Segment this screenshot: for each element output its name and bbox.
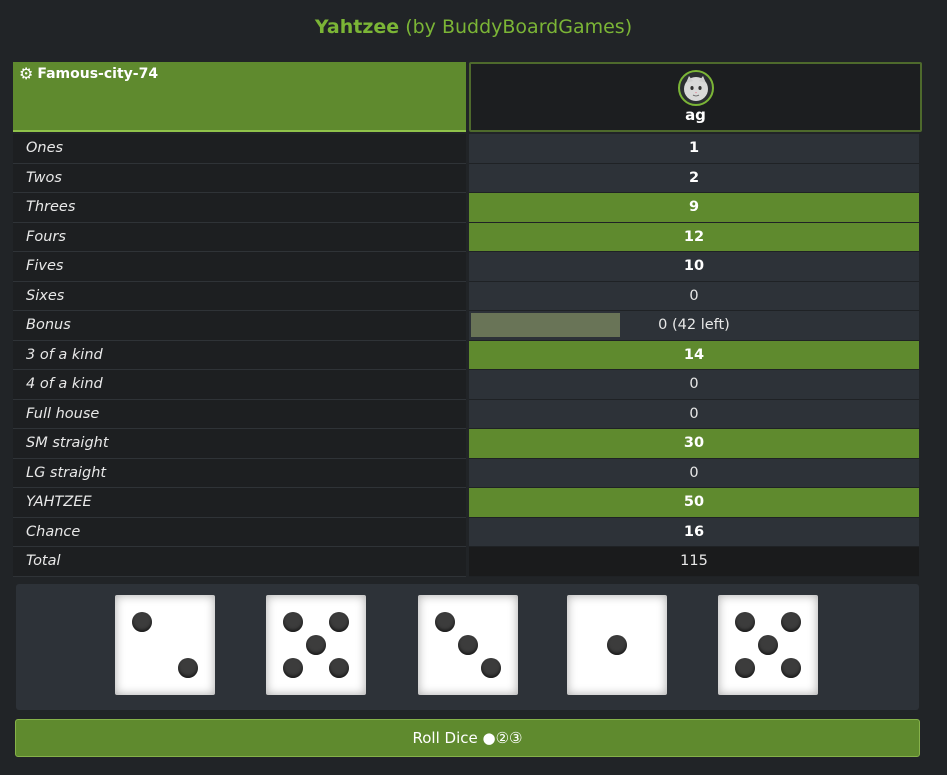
score-cell[interactable]: 16 [469,517,919,547]
die-pip [329,612,349,632]
category-label: SM straight [13,429,466,459]
die-pip [458,635,478,655]
score-row: Bonus 0 (42 left) [13,311,922,341]
bonus-progress-bar [471,313,620,337]
cat-avatar-icon [677,70,714,106]
score-cell[interactable]: 0 [469,281,919,311]
score-row: Total 115 [13,547,922,577]
score-row: Fives 10 [13,252,922,282]
score-cell[interactable]: 14 [469,340,919,370]
gear-icon[interactable]: ⚙ [19,66,33,82]
game-subtitle: (by BuddyBoardGames) [405,16,633,38]
die-pip [283,612,303,632]
score-cell[interactable]: 0 [469,399,919,429]
score-cell[interactable]: 0 [469,370,919,400]
score-row: 3 of a kind 14 [13,340,922,370]
category-label: Twos [13,163,466,193]
score-cell: 115 [469,547,919,577]
scorecard-rows: Ones 1 Twos 2 Threes 9 Fours 12 Fives 10 Sixes 0 Bon… [13,134,922,577]
dice-tray [16,584,919,710]
scoreboard: ⚙ Famous-city-74 ag Ones 1 Twos 2 Threes 9 Fou… [13,62,922,577]
score-cell[interactable]: 30 [469,429,919,459]
game-name: Yahtzee [314,16,400,38]
die-2[interactable] [266,595,366,695]
die-pip [283,658,303,678]
die-pip [735,612,755,632]
score-row: Threes 9 [13,193,922,223]
score-row: SM straight 30 [13,429,922,459]
category-label: 3 of a kind [13,340,466,370]
score-row: Full house 0 [13,399,922,429]
category-label: YAHTZEE [13,488,466,518]
die-pip [132,612,152,632]
category-label: Total [13,547,466,577]
score-cell[interactable]: 50 [469,488,919,518]
die-pip [306,635,326,655]
category-label: Full house [13,399,466,429]
die-5[interactable] [718,595,818,695]
score-cell[interactable]: 0 (42 left) [469,311,919,341]
category-label: Fives [13,252,466,282]
player-card: ag [469,62,922,132]
score-row: Sixes 0 [13,281,922,311]
die-pip [781,612,801,632]
score-cell[interactable]: 1 [469,134,919,164]
score-value: 0 (42 left) [658,317,730,333]
die-pip [481,658,501,678]
category-label: Ones [13,134,466,164]
room-name-cell: ⚙ Famous-city-74 [13,62,466,132]
score-cell[interactable]: 12 [469,222,919,252]
score-row: LG straight 0 [13,458,922,488]
score-row: Chance 16 [13,517,922,547]
die-pip [607,635,627,655]
player-initials: ag [685,106,706,124]
score-cell[interactable]: 2 [469,163,919,193]
room-name: Famous-city-74 [37,66,159,82]
score-row: Twos 2 [13,163,922,193]
score-row: YAHTZEE 50 [13,488,922,518]
die-4[interactable] [567,595,667,695]
category-label: Threes [13,193,466,223]
scoreboard-header: ⚙ Famous-city-74 ag [13,62,922,132]
score-row: Ones 1 [13,134,922,164]
die-1[interactable] [115,595,215,695]
category-label: Bonus [13,311,466,341]
die-pip [735,658,755,678]
die-pip [329,658,349,678]
category-label: LG straight [13,458,466,488]
page-title: Yahtzee (by BuddyBoardGames) [0,14,947,40]
roll-dice-button[interactable]: Roll Dice ●②③ [15,719,920,757]
category-label: Fours [13,222,466,252]
category-label: Chance [13,517,466,547]
die-pip [758,635,778,655]
die-3[interactable] [418,595,518,695]
category-label: Sixes [13,281,466,311]
die-pip [435,612,455,632]
score-cell[interactable]: 10 [469,252,919,282]
die-pip [781,658,801,678]
score-cell[interactable]: 0 [469,458,919,488]
category-label: 4 of a kind [13,370,466,400]
score-row: 4 of a kind 0 [13,370,922,400]
die-pip [178,658,198,678]
score-row: Fours 12 [13,222,922,252]
score-cell[interactable]: 9 [469,193,919,223]
